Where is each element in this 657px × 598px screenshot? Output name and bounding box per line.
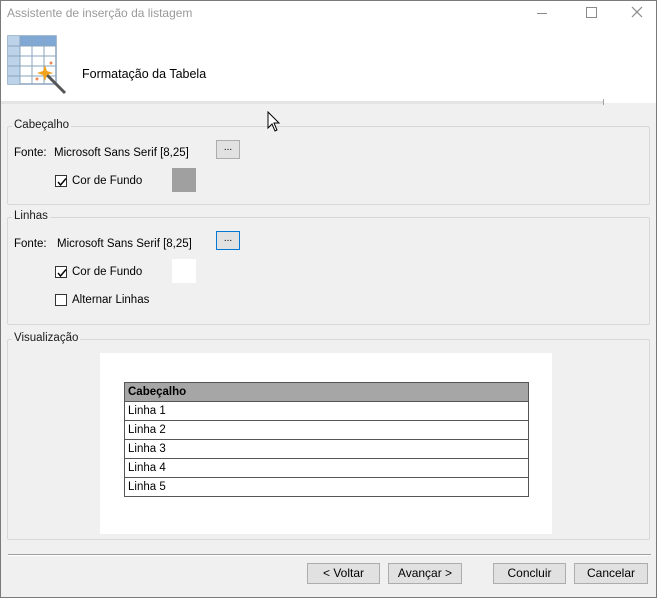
header-divider-tick: [603, 99, 604, 105]
rows-font-value: Microsoft Sans Serif [8,25]: [57, 238, 192, 250]
table-wizard-icon: [7, 35, 67, 95]
finish-button[interactable]: Concluir: [493, 563, 566, 584]
table-row: Linha 3: [124, 439, 529, 459]
header-bg-color-swatch[interactable]: [172, 168, 196, 192]
close-icon: [631, 6, 643, 18]
back-button[interactable]: < Voltar: [307, 563, 380, 584]
rows-bg-label: Cor de Fundo: [72, 266, 143, 278]
cancel-button[interactable]: Cancelar: [574, 563, 648, 584]
close-button[interactable]: [613, 1, 657, 27]
table-row: Linha 5: [124, 477, 529, 497]
window-title: Assistente de inserção da listagem: [7, 6, 193, 20]
header-font-label: Fonte:: [14, 147, 47, 159]
next-button[interactable]: Avançar >: [388, 563, 462, 584]
header-divider: [1, 101, 603, 104]
header-font-value: Microsoft Sans Serif [8,25]: [54, 147, 189, 159]
header-format-group: Cabeçalho: [7, 119, 650, 205]
group-label-linhas: Linhas: [12, 210, 50, 222]
maximize-button[interactable]: [567, 1, 613, 27]
preview-row-cell: Linha 2: [124, 420, 529, 440]
maximize-icon: [586, 7, 597, 18]
minimize-button[interactable]: [519, 1, 565, 27]
header-bg-checkbox[interactable]: [55, 175, 67, 187]
alternate-rows-checkbox[interactable]: [55, 294, 67, 306]
preview-row-cell: Linha 4: [124, 458, 529, 478]
preview-row-cell: Linha 5: [124, 477, 529, 497]
rows-font-button[interactable]: ...: [216, 231, 240, 250]
header-font-button[interactable]: ...: [216, 140, 240, 159]
group-label-visualizacao: Visualização: [12, 332, 81, 344]
wizard-window: Assistente de inserção da listagem Forma…: [0, 0, 657, 598]
preview-table: Cabeçalho Linha 1 Linha 2 Linha 3 Linha …: [124, 382, 529, 497]
rows-bg-checkbox[interactable]: [55, 266, 67, 278]
minimize-icon: [537, 13, 547, 14]
group-label-cabecalho: Cabeçalho: [12, 119, 71, 131]
table-row: Linha 4: [124, 458, 529, 478]
table-row: Linha 2: [124, 420, 529, 440]
preview-header-cell: Cabeçalho: [124, 382, 529, 402]
title-bar[interactable]: Assistente de inserção da listagem: [1, 1, 656, 27]
wizard-header: Formatação da Tabela: [1, 27, 656, 103]
checkmark-icon: [57, 178, 67, 187]
rows-font-label: Fonte:: [14, 238, 47, 250]
alternate-rows-label: Alternar Linhas: [72, 294, 150, 306]
page-title: Formatação da Tabela: [82, 67, 207, 81]
preview-row-cell: Linha 1: [124, 401, 529, 421]
footer-divider-highlight: [8, 555, 651, 556]
preview-header-row: Cabeçalho: [124, 382, 529, 402]
mouse-pointer-icon: [267, 111, 281, 132]
header-bg-label: Cor de Fundo: [72, 175, 143, 187]
table-row: Linha 1: [124, 401, 529, 421]
preview-row-cell: Linha 3: [124, 439, 529, 459]
checkmark-icon: [57, 269, 67, 278]
rows-bg-color-swatch[interactable]: [172, 259, 196, 283]
